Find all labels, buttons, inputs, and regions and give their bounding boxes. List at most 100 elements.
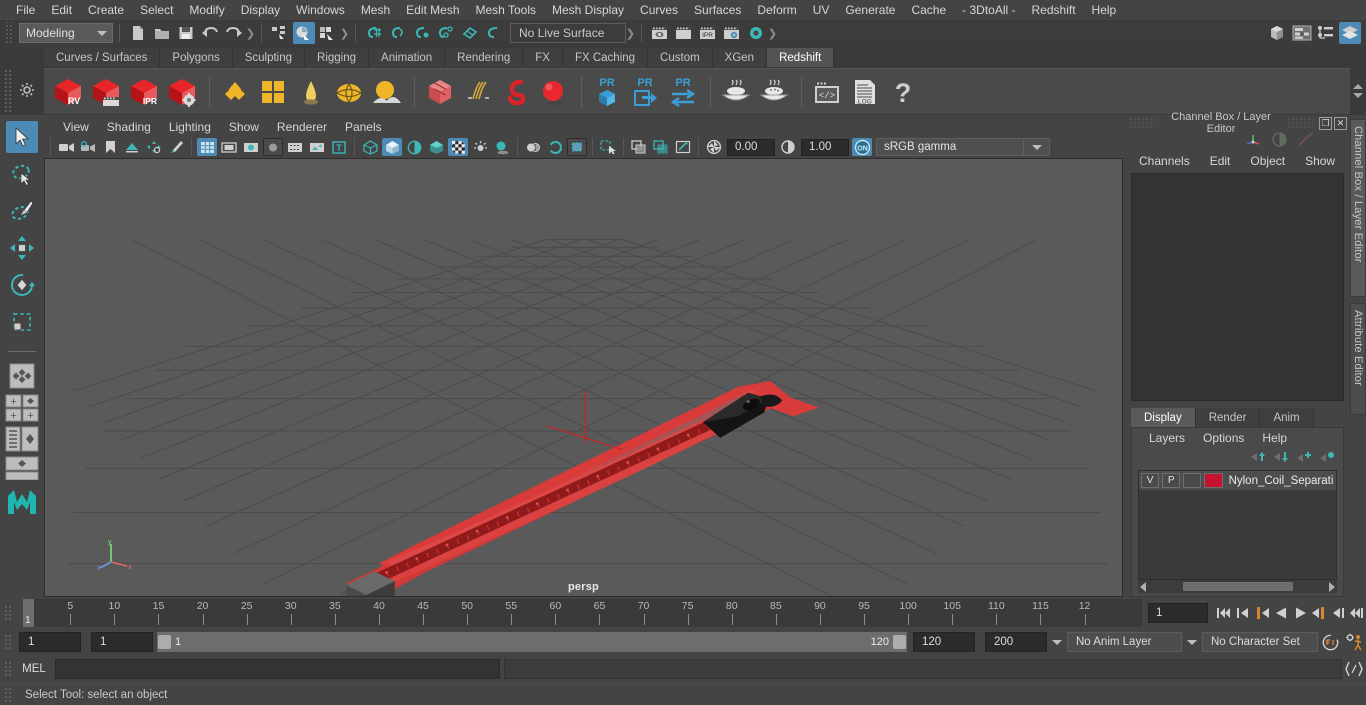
command-line-label[interactable]: MEL	[13, 663, 55, 675]
step-back-keyframe-icon[interactable]	[1234, 603, 1252, 623]
layer-menu-layers[interactable]: Layers	[1140, 430, 1194, 446]
vertical-tab-attribute-editor[interactable]: Attribute Editor	[1350, 303, 1366, 415]
redshift-pr-export-icon[interactable]: PR	[627, 72, 663, 112]
redshift-bake-icon[interactable]	[718, 72, 754, 112]
channel-box-list[interactable]	[1131, 173, 1344, 401]
collapse-arrow-icon[interactable]: ❯	[626, 24, 635, 42]
collapse-arrow-icon[interactable]: ❯	[246, 24, 255, 42]
shelf-tab-fx-caching[interactable]: FX Caching	[562, 48, 649, 67]
resolution-gate-icon[interactable]	[241, 138, 261, 156]
channel-box-menu-show[interactable]: Show	[1295, 153, 1345, 169]
panel-grip[interactable]	[1287, 117, 1313, 129]
animation-preferences-icon[interactable]	[1342, 631, 1366, 653]
redshift-pr-transfer-icon[interactable]: PR	[665, 72, 701, 112]
menu-display[interactable]: Display	[233, 0, 288, 20]
time-slider[interactable]: 1 5 10 15 20 25 30 35 40 45 50 55 60 65 70 75 80 85 90 95 1…	[23, 599, 1142, 627]
redo-icon[interactable]	[223, 22, 245, 44]
menu-help[interactable]: Help	[1084, 0, 1125, 20]
redshift-material-icon[interactable]	[217, 72, 253, 112]
menu-file[interactable]: File	[8, 0, 43, 20]
menu-surfaces[interactable]: Surfaces	[686, 0, 749, 20]
select-by-component-type-icon[interactable]	[317, 22, 339, 44]
menu-mesh[interactable]: Mesh	[353, 0, 398, 20]
move-layer-down-icon[interactable]	[1273, 450, 1289, 467]
view-transform-dropdown[interactable]	[1024, 138, 1050, 156]
redshift-render-view-icon[interactable]: RV	[50, 72, 86, 112]
bookmark-icon[interactable]	[100, 138, 120, 156]
redshift-script-icon[interactable]: </>	[809, 72, 845, 112]
select-tool-button[interactable]	[6, 121, 38, 153]
layer-tab-display[interactable]: Display	[1131, 408, 1196, 427]
last-tool-used-button[interactable]	[5, 362, 39, 390]
gamma-icon[interactable]	[778, 138, 798, 156]
layer-visibility-toggle[interactable]: V	[1141, 473, 1160, 488]
gate-mask-icon[interactable]	[263, 138, 283, 156]
select-camera-icon[interactable]	[56, 138, 76, 156]
auto-key-icon[interactable]	[1318, 631, 1342, 653]
menu-generate[interactable]: Generate	[837, 0, 903, 20]
redshift-dome-light-icon[interactable]	[331, 72, 367, 112]
redshift-incandescent-icon[interactable]	[293, 72, 329, 112]
snap-to-point-icon[interactable]	[411, 22, 433, 44]
channel-box-menu-edit[interactable]: Edit	[1200, 153, 1241, 169]
viewport-menu-panels[interactable]: Panels	[336, 119, 391, 135]
collapse-arrow-icon[interactable]: ❯	[768, 24, 777, 42]
layer-tab-anim[interactable]: Anim	[1260, 408, 1314, 427]
redshift-help-icon[interactable]: ?	[885, 72, 921, 112]
range-slider-fill[interactable]: 1 120	[157, 632, 907, 652]
range-slider[interactable]: 1 120	[157, 632, 907, 652]
scrollbar-thumb[interactable]	[1182, 582, 1293, 591]
xray-active-components-icon[interactable]	[673, 138, 693, 156]
render-settings-icon[interactable]	[721, 22, 743, 44]
play-forwards-icon[interactable]	[1291, 603, 1309, 623]
shelf-tab-rigging[interactable]: Rigging	[305, 48, 370, 67]
safe-action-icon[interactable]	[307, 138, 327, 156]
shelf-tab-fx[interactable]: FX	[523, 48, 563, 67]
layer-tab-render[interactable]: Render	[1195, 408, 1261, 427]
view-transform-field[interactable]: sRGB gamma	[876, 138, 1024, 156]
redshift-proxy-icon[interactable]	[422, 72, 458, 112]
select-by-hierarchy-icon[interactable]	[269, 22, 291, 44]
use-default-material-icon[interactable]	[426, 138, 446, 156]
undo-icon[interactable]	[199, 22, 221, 44]
redshift-hair-icon[interactable]	[460, 72, 496, 112]
color-management-icon[interactable]: ON	[852, 138, 872, 156]
step-back-frame-icon[interactable]	[1253, 603, 1271, 623]
multisample-aa-icon[interactable]	[567, 138, 587, 156]
xray-joints-icon[interactable]	[651, 138, 671, 156]
shelf-tab-animation[interactable]: Animation	[369, 48, 446, 67]
anim-layer-field[interactable]: No Anim Layer	[1067, 632, 1182, 652]
open-render-view-icon[interactable]	[649, 22, 671, 44]
menu-windows[interactable]: Windows	[288, 0, 353, 20]
menu-mesh-tools[interactable]: Mesh Tools	[468, 0, 544, 20]
status-line-grip[interactable]	[4, 22, 13, 44]
layer-list[interactable]: V P Nylon_Coil_Separating	[1138, 470, 1337, 580]
step-forward-keyframe-icon[interactable]	[1329, 603, 1347, 623]
hypershade-icon[interactable]	[745, 22, 767, 44]
image-plane-icon[interactable]	[122, 138, 142, 156]
isolate-select-icon[interactable]	[598, 138, 618, 156]
exposure-icon[interactable]	[704, 138, 724, 156]
show-hide-attribute-editor-icon[interactable]	[1291, 22, 1313, 44]
select-by-object-type-icon[interactable]	[293, 22, 315, 44]
anim-end-time-field[interactable]: 200	[985, 632, 1047, 652]
show-hide-tool-settings-icon[interactable]	[1315, 22, 1337, 44]
scroll-right-icon[interactable]	[1329, 581, 1335, 592]
shelf-scroll-down-icon[interactable]	[1353, 93, 1363, 98]
shelf-tab-polygons[interactable]: Polygons	[160, 48, 233, 67]
menu-3dtoall[interactable]: - 3DtoAll -	[954, 0, 1023, 20]
film-gate-icon[interactable]	[219, 138, 239, 156]
ipr-render-icon[interactable]: IPR	[697, 22, 719, 44]
redshift-sphere-light-icon[interactable]	[536, 72, 572, 112]
two-d-pan-zoom-icon[interactable]	[144, 138, 164, 156]
move-layer-up-icon[interactable]	[1250, 450, 1266, 467]
shelf-tab-xgen[interactable]: XGen	[712, 48, 768, 67]
redshift-environment-icon[interactable]	[369, 72, 405, 112]
redshift-render-settings-icon[interactable]	[164, 72, 200, 112]
command-line-grip[interactable]	[4, 661, 13, 677]
open-scene-icon[interactable]	[151, 22, 173, 44]
viewport-menu-view[interactable]: View	[54, 119, 98, 135]
show-hide-modeling-toolkit-icon[interactable]	[1267, 22, 1289, 44]
layer-menu-help[interactable]: Help	[1253, 430, 1296, 446]
rotate-tool-button[interactable]	[6, 269, 38, 301]
